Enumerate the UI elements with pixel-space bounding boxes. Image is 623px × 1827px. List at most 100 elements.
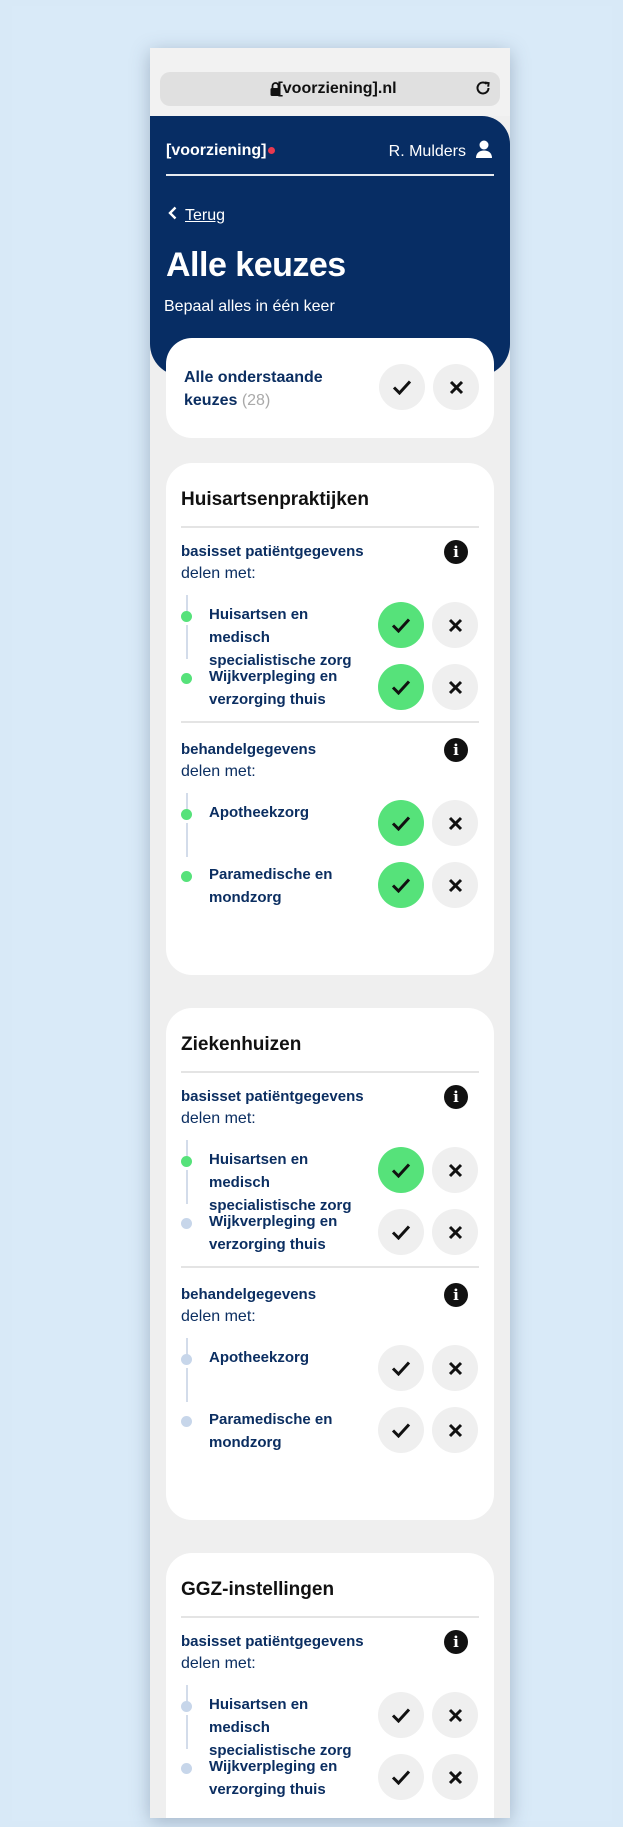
recipient-label: Wijkverpleging en verzorging thuis bbox=[209, 1213, 338, 1253]
check-icon bbox=[391, 816, 411, 831]
back-link[interactable]: Terug bbox=[168, 206, 225, 225]
accept-button[interactable] bbox=[378, 602, 424, 648]
reject-button[interactable] bbox=[432, 1407, 478, 1453]
info-icon[interactable]: i bbox=[444, 540, 468, 564]
phone-frame: [voorziening].nl [voorziening] R. Mulder… bbox=[150, 48, 510, 1818]
organization-title: GGZ-instellingen bbox=[181, 1579, 335, 1600]
back-label: Terug bbox=[185, 206, 226, 224]
recipient-label: Huisartsen en medisch specialistische zo… bbox=[209, 1151, 352, 1214]
url-text: [voorziening].nl bbox=[277, 80, 397, 97]
section-title: basisset patiëntgegevens bbox=[181, 1088, 364, 1105]
reject-button[interactable] bbox=[432, 664, 478, 710]
accept-all-button[interactable] bbox=[379, 364, 425, 410]
check-icon bbox=[391, 1225, 411, 1240]
close-icon bbox=[448, 680, 462, 694]
accept-button[interactable] bbox=[378, 862, 424, 908]
accept-button[interactable] bbox=[378, 1345, 424, 1391]
brand-name: [voorziening] bbox=[166, 142, 267, 159]
organization-title: Ziekenhuizen bbox=[181, 1034, 302, 1055]
info-icon[interactable]: i bbox=[444, 1085, 468, 1109]
lock-icon bbox=[270, 82, 281, 101]
close-icon bbox=[448, 1361, 462, 1375]
close-icon bbox=[448, 816, 462, 830]
status-dot bbox=[181, 871, 192, 882]
reject-button[interactable] bbox=[432, 602, 478, 648]
reject-button[interactable] bbox=[432, 1754, 478, 1800]
section-divider bbox=[181, 721, 479, 723]
accept-button[interactable] bbox=[378, 1407, 424, 1453]
check-icon bbox=[391, 1423, 411, 1438]
close-icon bbox=[448, 1163, 462, 1177]
check-icon bbox=[392, 380, 412, 395]
status-dot bbox=[181, 673, 192, 684]
reject-button[interactable] bbox=[432, 1147, 478, 1193]
brand-dot bbox=[268, 147, 276, 154]
tree-line bbox=[186, 1715, 188, 1749]
reload-icon[interactable] bbox=[474, 79, 492, 102]
reject-button[interactable] bbox=[432, 1345, 478, 1391]
accept-button[interactable] bbox=[378, 664, 424, 710]
section-title: basisset patiëntgegevens bbox=[181, 543, 364, 560]
accept-button[interactable] bbox=[378, 1147, 424, 1193]
status-dot bbox=[181, 809, 192, 820]
accept-button[interactable] bbox=[378, 1209, 424, 1255]
organization-card: Ziekenhuizen basisset patiëntgegevens i del… bbox=[166, 1008, 494, 1520]
check-icon bbox=[391, 1770, 411, 1785]
check-icon bbox=[391, 680, 411, 695]
page-background: [voorziening].nl [voorziening] R. Mulder… bbox=[12, 6, 612, 1821]
url-bar[interactable]: [voorziening].nl bbox=[160, 72, 500, 106]
section-subtitle: delen met: bbox=[181, 1655, 256, 1672]
page-subtitle: Bepaal alles in één keer bbox=[164, 298, 335, 315]
tree-line bbox=[186, 1170, 188, 1204]
section-title: behandelgegevens bbox=[181, 741, 317, 758]
close-icon bbox=[449, 380, 463, 394]
recipient-label: Paramedische en mondzorg bbox=[209, 1411, 333, 1451]
recipient-label: Apotheekzorg bbox=[209, 804, 310, 821]
recipient-label: Wijkverpleging en verzorging thuis bbox=[209, 668, 338, 708]
accept-button[interactable] bbox=[378, 800, 424, 846]
info-icon[interactable]: i bbox=[444, 1283, 468, 1307]
status-dot bbox=[181, 1416, 192, 1427]
accept-button[interactable] bbox=[378, 1754, 424, 1800]
status-dot bbox=[181, 611, 192, 622]
section-subtitle: delen met: bbox=[181, 1110, 256, 1127]
status-dot bbox=[181, 1701, 192, 1712]
recipient-label: Apotheekzorg bbox=[209, 1349, 310, 1366]
organization-divider bbox=[181, 526, 479, 528]
organization-card: GGZ-instellingen basisset patiëntgegevens… bbox=[166, 1553, 494, 1818]
recipient-label: Paramedische en mondzorg bbox=[209, 866, 333, 906]
close-icon bbox=[448, 1423, 462, 1437]
header-divider bbox=[166, 174, 494, 176]
section-title: behandelgegevens bbox=[181, 1286, 317, 1303]
accept-button[interactable] bbox=[378, 1692, 424, 1738]
user-menu[interactable]: R. Mulders bbox=[389, 140, 492, 163]
user-icon bbox=[476, 140, 492, 163]
reject-all-button[interactable] bbox=[433, 364, 479, 410]
close-icon bbox=[448, 1770, 462, 1784]
reject-button[interactable] bbox=[432, 1209, 478, 1255]
page-title: Alle keuzes bbox=[166, 246, 346, 284]
recipient-label: Wijkverpleging en verzorging thuis bbox=[209, 1758, 338, 1798]
close-icon bbox=[448, 618, 462, 632]
status-dot bbox=[181, 1218, 192, 1229]
status-dot bbox=[181, 1156, 192, 1167]
section-subtitle: delen met: bbox=[181, 763, 256, 780]
user-name: R. Mulders bbox=[388, 142, 466, 160]
section-title: basisset patiëntgegevens bbox=[181, 1633, 364, 1650]
info-icon[interactable]: i bbox=[444, 1630, 468, 1654]
info-icon[interactable]: i bbox=[444, 738, 468, 762]
chevron-left-icon bbox=[168, 206, 177, 225]
reject-button[interactable] bbox=[432, 862, 478, 908]
close-icon bbox=[448, 1708, 462, 1722]
reject-button[interactable] bbox=[432, 800, 478, 846]
reject-button[interactable] bbox=[432, 1692, 478, 1738]
recipient-label: Huisartsen en medisch specialistische zo… bbox=[209, 606, 352, 669]
organization-divider bbox=[181, 1071, 479, 1073]
check-icon bbox=[391, 1361, 411, 1376]
tree-line bbox=[186, 1368, 188, 1402]
all-choices-label: Alle onderstaande keuzes (28) bbox=[184, 366, 344, 412]
check-icon bbox=[391, 618, 411, 633]
brand-logo[interactable]: [voorziening] bbox=[166, 142, 276, 160]
status-dot bbox=[181, 1763, 192, 1774]
close-icon bbox=[448, 878, 462, 892]
